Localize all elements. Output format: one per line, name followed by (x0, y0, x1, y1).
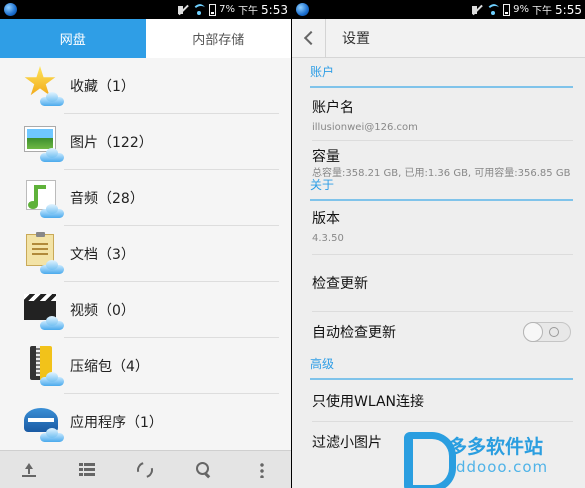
category-label: 压缩包（4） (70, 359, 149, 375)
watermark-cn: 多多软件站 (448, 436, 544, 458)
wifi-icon (486, 4, 501, 15)
category-videos[interactable]: 视频（0） (0, 282, 291, 338)
category-pictures[interactable]: 图片（122） (0, 114, 291, 170)
section-header-account: 账户 (310, 58, 573, 88)
setting-title: 账户名 (312, 100, 354, 116)
star-cloud-icon (22, 66, 64, 106)
category-favorites[interactable]: 收藏（1） (0, 58, 291, 114)
battery-icon (503, 3, 511, 16)
status-time: 5:53 (261, 2, 288, 17)
refresh-button[interactable] (130, 455, 160, 485)
tab-internal-storage[interactable]: 内部存储 (145, 19, 291, 58)
setting-auto-check-update: 自动检查更新 (312, 312, 573, 352)
search-button[interactable] (189, 455, 219, 485)
photo-cloud-icon (22, 122, 64, 162)
storage-tabs: 网盘 内部存储 (0, 19, 291, 58)
settings-header: 设置 (292, 18, 585, 58)
battery-percent: 9% (513, 4, 530, 15)
app-cloud-icon (22, 402, 64, 442)
status-bar: 9% 下午 5:55 (292, 0, 585, 19)
watermark-logo-icon (402, 430, 456, 488)
category-applications[interactable]: 应用程序（1） (0, 394, 291, 450)
back-button[interactable] (292, 18, 326, 58)
setting-value: 总容量:358.21 GB, 已用:1.36 GB, 可用容量:356.85 G… (312, 168, 571, 179)
category-label: 图片（122） (70, 135, 153, 151)
view-mode-button[interactable] (72, 455, 102, 485)
setting-capacity: 容量 总容量:358.21 GB, 已用:1.36 GB, 可用容量:356.8… (312, 141, 573, 201)
more-button[interactable] (247, 455, 277, 485)
wifi-icon (192, 4, 207, 15)
setting-value: 4.3.50 (312, 233, 344, 244)
setting-title: 检查更新 (312, 276, 368, 292)
status-ampm: 下午 (532, 6, 553, 17)
search-icon (195, 461, 212, 478)
status-bar: 7% 下午 5:53 (0, 0, 291, 19)
battery-percent: 7% (219, 4, 236, 15)
settings-screen: 9% 下午 5:55 设置 账户 账户名 illusionwei@126.com… (292, 0, 585, 488)
setting-value: illusionwei@126.com (312, 122, 418, 133)
music-cloud-icon (22, 178, 64, 218)
archive-cloud-icon (22, 346, 64, 386)
setting-title: 版本 (312, 211, 340, 227)
status-time: 5:55 (555, 2, 582, 17)
watermark: 多多软件站 ddooo.com (402, 426, 585, 488)
video-cloud-icon (22, 290, 64, 330)
category-audio[interactable]: 音频（28） (0, 170, 291, 226)
chevron-left-icon (303, 30, 318, 46)
section-header-advanced: 高级 (310, 350, 573, 380)
setting-account-name[interactable]: 账户名 illusionwei@126.com (312, 88, 573, 141)
mute-icon (471, 4, 483, 16)
status-ampm: 下午 (238, 6, 259, 17)
grid-icon (79, 463, 96, 476)
page-title: 设置 (342, 31, 370, 47)
setting-title: 容量 (312, 149, 340, 165)
upload-button[interactable] (14, 455, 44, 485)
watermark-en: ddooo.com (456, 458, 549, 476)
upload-icon (22, 462, 37, 477)
mute-icon (177, 4, 189, 16)
globe-icon (4, 3, 17, 16)
category-label: 视频（0） (70, 303, 135, 319)
category-documents[interactable]: 文档（3） (0, 226, 291, 282)
globe-icon (296, 3, 309, 16)
battery-icon (209, 3, 217, 16)
category-label: 应用程序（1） (70, 415, 163, 431)
cloud-disk-screen: 7% 下午 5:53 网盘 内部存储 收藏（1） 图片（122） 音频（28） … (0, 0, 291, 488)
setting-title: 只使用WLAN连接 (312, 393, 425, 410)
setting-wlan-only[interactable]: 只使用WLAN连接 (312, 380, 573, 422)
more-icon (259, 461, 264, 478)
bottom-action-bar (0, 450, 291, 488)
setting-title: 自动检查更新 (312, 325, 396, 341)
tab-cloud-disk[interactable]: 网盘 (0, 19, 146, 58)
settings-list: 账户 账户名 illusionwei@126.com 容量 总容量:358.21… (292, 58, 585, 462)
category-label: 文档（3） (70, 247, 135, 263)
category-label: 收藏（1） (70, 79, 135, 95)
refresh-icon (134, 458, 157, 481)
document-cloud-icon (22, 232, 64, 274)
category-label: 音频（28） (70, 191, 144, 207)
category-archives[interactable]: 压缩包（4） (0, 338, 291, 394)
setting-title: 过滤小图片 (312, 435, 382, 451)
setting-check-update[interactable]: 检查更新 (312, 255, 573, 312)
category-list: 收藏（1） 图片（122） 音频（28） 文档（3） 视频（0） 压缩包（4） … (0, 58, 291, 450)
setting-version: 版本 4.3.50 (312, 201, 573, 255)
auto-check-toggle[interactable] (523, 322, 571, 342)
